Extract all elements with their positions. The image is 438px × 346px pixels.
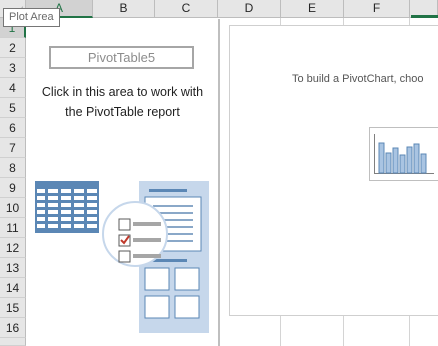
column-header-e[interactable]: E xyxy=(281,0,344,18)
pivot-chart-placeholder[interactable]: To build a PivotChart, choo xyxy=(229,25,438,316)
column-header-b[interactable]: B xyxy=(93,0,155,18)
row-header-7[interactable]: 7 xyxy=(0,138,26,158)
column-header-c[interactable]: C xyxy=(155,0,218,18)
row-header-6[interactable]: 6 xyxy=(0,118,26,138)
row-header-8[interactable]: 8 xyxy=(0,158,26,178)
row-header-2[interactable]: 2 xyxy=(0,38,26,58)
pivot-table-illustration-icon xyxy=(35,181,209,333)
spreadsheet: A B C D E F 1 2 3 4 5 6 7 8 9 10 11 12 1… xyxy=(0,0,438,346)
pivot-chart-illustration-icon xyxy=(369,127,438,181)
column-selection-indicator xyxy=(411,0,438,18)
pivot-table-placeholder[interactable]: PivotTable5 Click in this area to work w… xyxy=(27,19,218,346)
column-header-d[interactable]: D xyxy=(218,0,281,18)
pivot-table-message: Click in this area to work with the Pivo… xyxy=(27,82,218,122)
column-header-f[interactable]: F xyxy=(344,0,410,18)
row-header-4[interactable]: 4 xyxy=(0,78,26,98)
pivot-table-message-line-1: Click in this area to work with xyxy=(41,85,204,99)
row-header-9[interactable]: 9 xyxy=(0,178,26,198)
row-header-17[interactable] xyxy=(0,338,26,346)
pivot-chart-message: To build a PivotChart, choo xyxy=(292,73,424,85)
row-header-10[interactable]: 10 xyxy=(0,198,26,218)
pivot-table-message-line-2: the PivotTable report xyxy=(65,105,180,119)
plot-area-tooltip: Plot Area xyxy=(3,8,60,27)
row-header-13[interactable]: 13 xyxy=(0,258,26,278)
pivot-area-divider xyxy=(218,19,220,346)
row-header-5[interactable]: 5 xyxy=(0,98,26,118)
row-header-14[interactable]: 14 xyxy=(0,278,26,298)
pivot-table-name: PivotTable5 xyxy=(49,46,194,69)
row-header-16[interactable]: 16 xyxy=(0,318,26,338)
row-header-11[interactable]: 11 xyxy=(0,218,26,238)
row-header-15[interactable]: 15 xyxy=(0,298,26,318)
row-header-12[interactable]: 12 xyxy=(0,238,26,258)
row-header-3[interactable]: 3 xyxy=(0,58,26,78)
